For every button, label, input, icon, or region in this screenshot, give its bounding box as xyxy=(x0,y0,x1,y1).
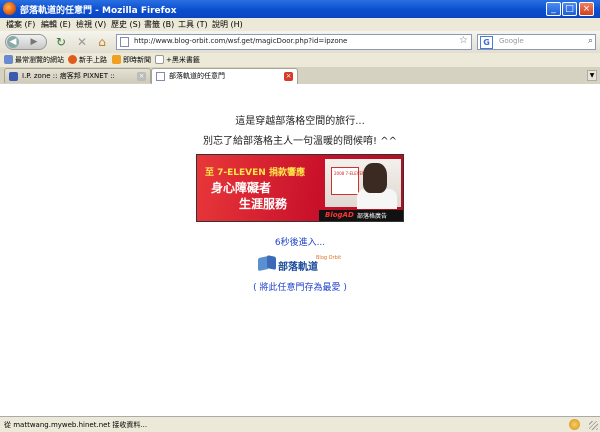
search-box[interactable]: G Google ⌕ xyxy=(477,34,596,50)
page-favicon xyxy=(156,72,165,81)
banner-line3: 生涯服務 xyxy=(239,197,288,211)
menu-file[interactable]: 檔案 (F) xyxy=(6,19,35,30)
search-placeholder[interactable]: Google xyxy=(499,37,524,45)
banner-card: 2008 7-ELEVEN 好運阿你 xyxy=(331,167,382,195)
bookmark-star-icon[interactable]: ☆ xyxy=(459,35,468,46)
page-content: 這是穿越部落格空間的旅行... 別忘了給部落格主人一句溫暖的問候唷! ^^ 至 … xyxy=(0,84,600,416)
menu-view[interactable]: 檢視 (V) xyxy=(76,19,106,30)
tab-blog-orbit[interactable]: 部落軌道的任意門 × xyxy=(151,68,298,84)
blogad-brand: BlogAD xyxy=(325,211,354,219)
page-icon xyxy=(120,37,129,47)
firefox-icon xyxy=(68,55,77,64)
google-engine-icon[interactable]: G xyxy=(480,36,493,49)
menu-bookmarks[interactable]: 書籤 (B) xyxy=(144,19,174,30)
blogad-label: 部落格廣告 xyxy=(357,213,388,220)
home-icon[interactable]: ⌂ xyxy=(95,35,109,49)
star-icon xyxy=(4,55,13,64)
resize-grip[interactable] xyxy=(589,421,598,430)
tab-list-dropdown[interactable]: ▼ xyxy=(587,70,597,81)
addon-status-icon[interactable] xyxy=(569,419,580,430)
url-bar[interactable]: http://www.blog-orbit.com/wsf.get/magicD… xyxy=(116,34,472,50)
banner-line2: 身心障礙者 xyxy=(211,181,272,195)
url-text[interactable]: http://www.blog-orbit.com/wsf.get/magicD… xyxy=(134,37,347,45)
close-button[interactable]: × xyxy=(579,2,594,16)
bookmarks-toolbar: 最常瀏覽的網站 新手上路 即時新聞 +黑米書籤 xyxy=(0,53,600,68)
navigation-toolbar: ◀ ▶ ↻ ✕ ⌂ http://www.blog-orbit.com/wsf.… xyxy=(0,31,600,53)
menu-history[interactable]: 歷史 (S) xyxy=(111,19,141,30)
page-icon xyxy=(155,55,164,64)
tab-bar: I.P. zone :: 痞客邦 PIXNET :: × 部落軌道的任意門 × … xyxy=(0,67,600,85)
close-tab-icon[interactable]: × xyxy=(137,72,146,81)
stop-icon[interactable]: ✕ xyxy=(75,35,89,49)
status-text: 從 mattwang.myweb.hinet.net 接收資料... xyxy=(4,421,148,429)
firefox-icon xyxy=(3,2,16,15)
pixnet-favicon xyxy=(9,72,18,81)
minimize-button[interactable]: _ xyxy=(546,2,561,16)
intro-line: 這是穿越部落格空間的旅行... xyxy=(235,116,365,127)
menu-bar: 檔案 (F) 編輯 (E) 檢視 (V) 歷史 (S) 書籤 (B) 工具 (T… xyxy=(0,18,600,32)
banner-photo: 2008 7-ELEVEN 好運阿你 xyxy=(325,159,401,209)
blog-orbit-logo[interactable]: 部落軌道 Blog Orbit xyxy=(258,253,346,273)
rss-icon xyxy=(112,55,121,64)
reload-icon[interactable]: ↻ xyxy=(54,35,68,49)
title-bar: 部落軌道的任意門 - Mozilla Firefox _ □ × xyxy=(0,0,600,18)
banner-footer: BlogAD 部落格廣告 xyxy=(319,210,403,221)
logo-subtext: Blog Orbit xyxy=(316,255,342,261)
countdown-link[interactable]: 6秒後進入... xyxy=(0,235,600,248)
banner-person-head xyxy=(363,163,387,193)
bookmark-latest-news[interactable]: 即時新聞 xyxy=(112,54,151,66)
back-button[interactable]: ◀ xyxy=(7,36,19,48)
bookmark-heimi[interactable]: +黑米書籤 xyxy=(155,54,200,66)
menu-edit[interactable]: 編輯 (E) xyxy=(41,19,71,30)
window-title: 部落軌道的任意門 - Mozilla Firefox xyxy=(20,6,177,16)
logo-text: 部落軌道 xyxy=(278,262,318,273)
maximize-button[interactable]: □ xyxy=(562,2,577,16)
banner-headline: 至 7-ELEVEN 捐款響應 xyxy=(205,168,305,178)
bookmark-getting-started[interactable]: 新手上路 xyxy=(68,54,107,66)
logo-cube-icon-2 xyxy=(267,255,276,270)
save-favorite-link[interactable]: ( 將此任意門存為最愛 ) xyxy=(0,280,600,293)
search-icon[interactable]: ⌕ xyxy=(588,36,593,46)
menu-tools[interactable]: 工具 (T) xyxy=(178,19,208,30)
greeting-line: 別忘了給部落格主人一句溫暖的問候唷! ^^ xyxy=(203,136,397,147)
status-bar: 從 mattwang.myweb.hinet.net 接收資料... xyxy=(0,416,600,432)
ad-banner[interactable]: 至 7-ELEVEN 捐款響應 身心障礙者 生涯服務 2008 7-ELEVEN… xyxy=(196,154,404,222)
back-forward-control: ◀ ▶ xyxy=(5,34,47,50)
forward-button[interactable]: ▶ xyxy=(28,36,40,48)
bookmark-most-visited[interactable]: 最常瀏覽的網站 xyxy=(4,54,64,66)
tab-pixnet[interactable]: I.P. zone :: 痞客邦 PIXNET :: × xyxy=(4,68,151,83)
close-tab-icon[interactable]: × xyxy=(284,72,293,81)
menu-help[interactable]: 說明 (H) xyxy=(212,19,243,30)
